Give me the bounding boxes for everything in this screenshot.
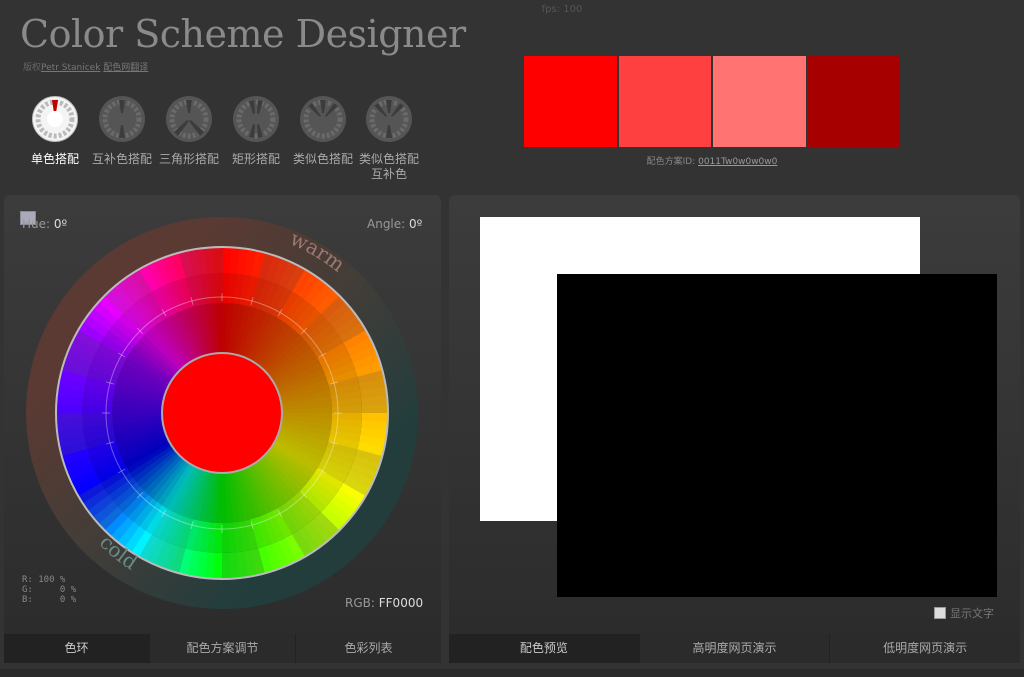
palette-swatches [524, 56, 900, 147]
tab-scheme-adjust[interactable]: 配色方案调节 [149, 634, 295, 663]
mode-label: 三角形搭配 [158, 152, 219, 166]
color-wheel[interactable]: warm cold [0, 195, 441, 635]
mode-triad[interactable]: 三角形搭配 [157, 96, 221, 167]
author-link[interactable]: Petr Stanicek [41, 63, 100, 73]
tetrad-mode-icon [233, 96, 279, 142]
rgb-hex-readout: RGB: FF0000 [345, 596, 423, 610]
show-text-checkbox[interactable] [934, 607, 946, 619]
angle-readout: Angle: 0º [367, 217, 422, 231]
b-percent: B: 0 % [22, 595, 77, 605]
left-tab-bar: 色环 配色方案调节 色彩列表 [4, 634, 441, 663]
swatch-primary[interactable] [524, 56, 617, 147]
r-percent: R: 100 % [22, 575, 66, 585]
bottom-bar [0, 669, 1024, 677]
complementary-mode-icon [99, 96, 145, 142]
right-tab-bar: 配色预览 高明度网页演示 低明度网页演示 [449, 634, 1020, 663]
credits: 版权Petr Stanicek 配色网翻译 [23, 60, 148, 73]
show-text-label: 显示文字 [950, 607, 994, 620]
mono-mode-icon [32, 96, 78, 142]
mode-label: 单色搭配 [30, 152, 79, 166]
hue-label: Hue: [22, 217, 51, 231]
credits-prefix: 版权 [23, 63, 42, 73]
rgb-value: FF0000 [378, 596, 424, 610]
app-title: Color Scheme Designer [20, 12, 466, 56]
triad-mode-icon [166, 96, 212, 142]
scheme-id-link[interactable]: 0011Tw0w0w0w0 [698, 157, 777, 167]
accented-analogic-mode-icon [366, 96, 412, 142]
hue-readout: Hue: 0º [22, 217, 67, 231]
hue-value: 0º [53, 217, 68, 231]
angle-label: Angle: [367, 217, 406, 231]
rgb-label: RGB: [345, 596, 375, 610]
mode-label: 类似色搭配互补色 [358, 152, 419, 181]
tab-dark-page-demo[interactable]: 低明度网页演示 [829, 634, 1020, 663]
rgb-percent-readout: R: 100 % G: 0 % B: 0 % [22, 575, 76, 605]
swatch-lighter[interactable] [713, 56, 806, 147]
tab-light-page-demo[interactable]: 高明度网页演示 [638, 634, 830, 663]
selected-hue-center[interactable] [161, 352, 283, 474]
mode-accented-analogic[interactable]: 类似色搭配互补色 [357, 96, 421, 182]
analogic-mode-icon [300, 96, 346, 142]
g-percent: G: 0 % [22, 585, 77, 595]
mode-label: 类似色搭配 [292, 152, 353, 166]
mode-label: 互补色搭配 [91, 152, 152, 166]
mode-label: 矩形搭配 [231, 152, 280, 166]
angle-value: 0º [409, 217, 423, 231]
scheme-id: 配色方案ID: 0011Tw0w0w0w0 [524, 154, 900, 167]
swatch-light[interactable] [618, 56, 711, 147]
tab-preview[interactable]: 配色预览 [449, 634, 639, 663]
translation-link[interactable]: 配色网翻译 [103, 63, 148, 73]
mode-analogic[interactable]: 类似色搭配 [291, 96, 355, 167]
scheme-id-label: 配色方案ID: [646, 157, 696, 167]
show-text-toggle[interactable]: 显示文字 [934, 605, 994, 621]
mode-complementary[interactable]: 互补色搭配 [90, 96, 154, 167]
tab-color-wheel[interactable]: 色环 [4, 634, 149, 663]
mode-tetrad[interactable]: 矩形搭配 [224, 96, 288, 167]
tab-color-list[interactable]: 色彩列表 [295, 634, 441, 663]
swatch-dark[interactable] [807, 56, 900, 147]
mode-monochromatic[interactable]: 单色搭配 [23, 96, 87, 167]
preview-dark-box [557, 274, 997, 597]
